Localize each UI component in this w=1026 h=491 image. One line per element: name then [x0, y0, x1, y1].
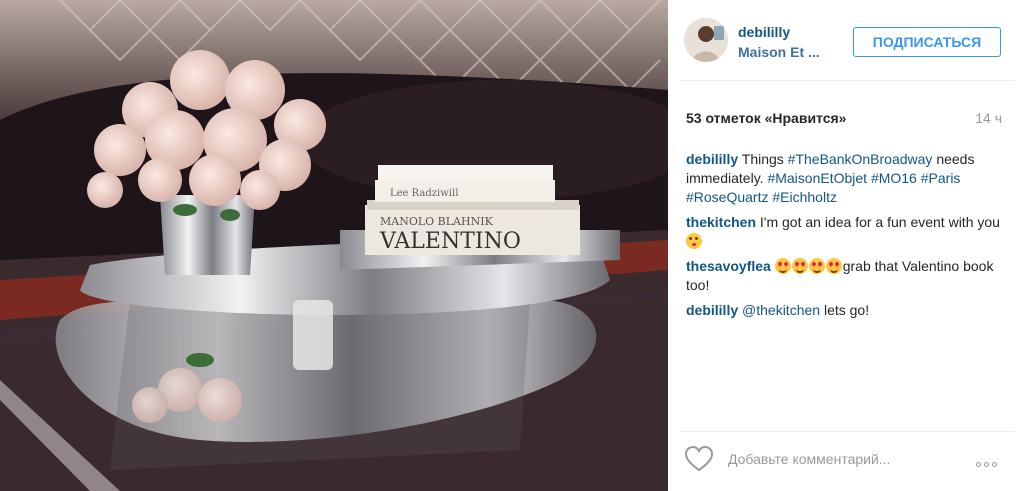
- hashtag-link[interactable]: #MaisonEtObjet: [767, 170, 867, 186]
- comment-username[interactable]: debililly: [686, 151, 738, 167]
- comment-username[interactable]: debililly: [686, 302, 738, 318]
- comment-text-part: Things: [738, 151, 788, 167]
- post-author-username[interactable]: debililly: [738, 24, 790, 40]
- avatar-image: [684, 18, 728, 62]
- post-time[interactable]: 14 ч: [975, 110, 1002, 126]
- post-photo[interactable]: MANOLO BLAHNIK VALENTINO Lee Radziwill: [0, 0, 668, 491]
- heart-eyes-emoji-icon: [774, 258, 791, 274]
- svg-text:Lee Radziwill: Lee Radziwill: [390, 188, 458, 199]
- heart-eyes-emoji-icon: [791, 258, 808, 274]
- comment-username[interactable]: thesavoyflea: [686, 258, 771, 274]
- avatar[interactable]: [684, 18, 728, 62]
- svg-text:MANOLO BLAHNIK: MANOLO BLAHNIK: [380, 215, 494, 228]
- comment-item: debililly Things #TheBankOnBroadway need…: [686, 150, 1004, 207]
- post-sidebar: debililly Maison Et ... ПОДПИСАТЬСЯ 53 о…: [668, 0, 1026, 491]
- comment-input[interactable]: [728, 446, 968, 472]
- heart-icon[interactable]: [684, 445, 714, 473]
- post-location[interactable]: Maison Et ...: [738, 44, 820, 60]
- comment-item: thesavoyflea grab that Valentino book to…: [686, 257, 1004, 295]
- hashtag-link[interactable]: #MO16: [871, 170, 917, 186]
- comment-text: I'm got an idea for a fun event with you: [756, 214, 1000, 230]
- post-header: debililly Maison Et ... ПОДПИСАТЬСЯ: [680, 0, 1015, 81]
- comment-username[interactable]: thekitchen: [686, 214, 756, 230]
- comment-item: thekitchen I'm got an idea for a fun eve…: [686, 213, 1004, 251]
- svg-text:VALENTINO: VALENTINO: [379, 229, 521, 254]
- heart-eyes-emoji-icon: [825, 258, 842, 274]
- follow-button[interactable]: ПОДПИСАТЬСЯ: [853, 27, 1001, 57]
- more-options-icon[interactable]: [976, 454, 1004, 467]
- mention-link[interactable]: @thekitchen: [742, 302, 820, 318]
- comment-text: lets go!: [820, 302, 870, 318]
- hashtag-link[interactable]: #RoseQuartz: [686, 189, 768, 205]
- heart-eyes-emoji-icon: [808, 258, 825, 274]
- likes-count[interactable]: 53 отметок «Нравится»: [686, 110, 846, 126]
- comment-item: debililly @thekitchen lets go!: [686, 301, 1004, 320]
- comment-list: debililly Things #TheBankOnBroadway need…: [686, 150, 1004, 326]
- hashtag-link[interactable]: #TheBankOnBroadway: [788, 151, 933, 167]
- comment-footer: [680, 431, 1015, 484]
- hashtag-link[interactable]: #Paris: [921, 170, 961, 186]
- hashtag-link[interactable]: #Eichholtz: [772, 189, 837, 205]
- likes-row: 53 отметок «Нравится» 14 ч: [686, 110, 1002, 126]
- kiss-emoji-icon: [686, 233, 702, 249]
- post-photo-image: MANOLO BLAHNIK VALENTINO Lee Radziwill: [0, 0, 668, 491]
